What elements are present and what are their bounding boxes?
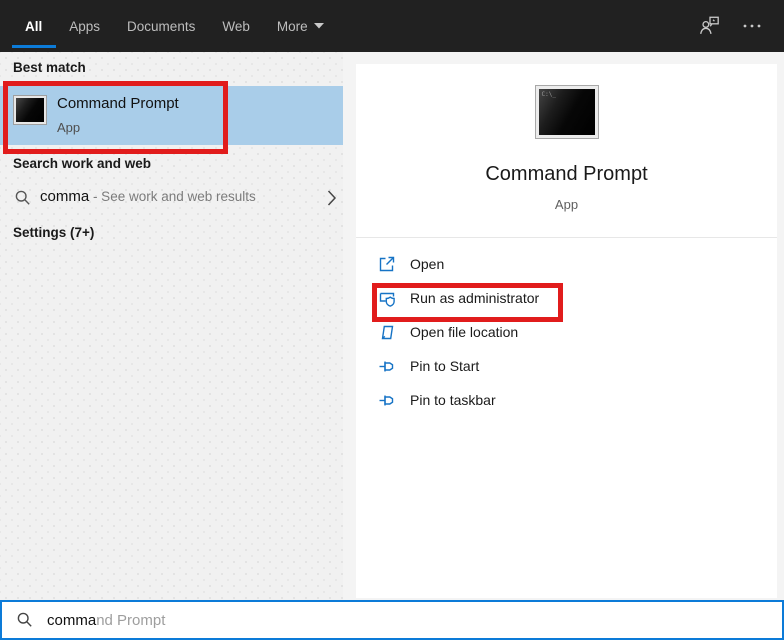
preview-panel: C:\_ Command Prompt App Open	[343, 52, 784, 600]
pin-icon	[378, 357, 396, 375]
action-open-file-location-label: Open file location	[410, 324, 518, 340]
preview-card: C:\_ Command Prompt App Open	[356, 64, 777, 598]
search-icon	[14, 189, 32, 207]
suggestion-text: comma - See work and web results	[40, 188, 256, 206]
tab-all-label: All	[25, 19, 42, 34]
command-prompt-icon	[14, 96, 46, 124]
action-run-as-administrator[interactable]: Run as administrator	[356, 281, 777, 315]
feedback-icon[interactable]	[698, 14, 722, 38]
best-match-heading: Best match	[13, 60, 86, 75]
chevron-right-icon	[327, 189, 337, 207]
search-filter-bar: All Apps Documents Web More	[0, 0, 784, 52]
action-list: Open Run as administrator	[356, 247, 777, 417]
filter-tabs: All Apps Documents Web More	[0, 0, 324, 52]
pin-icon	[378, 391, 396, 409]
tab-apps-label: Apps	[69, 19, 100, 34]
tab-all[interactable]: All	[25, 0, 42, 52]
settings-heading: Settings (7+)	[13, 225, 94, 240]
search-typed-text: comma	[47, 612, 96, 629]
search-input[interactable]: command Prompt	[0, 600, 784, 640]
search-work-web-heading: Search work and web	[13, 156, 151, 171]
suggestion-rest: - See work and web results	[89, 189, 256, 204]
tab-web-label: Web	[222, 19, 250, 34]
preview-type: App	[356, 197, 777, 212]
chevron-down-icon	[314, 23, 324, 29]
best-match-result-command-prompt[interactable]: Command Prompt App	[0, 86, 343, 145]
best-match-title: Command Prompt	[57, 95, 179, 112]
tab-web[interactable]: Web	[222, 0, 250, 52]
results-panel: Best match Command Prompt App Search wor…	[0, 52, 343, 600]
search-autocomplete-text: nd Prompt	[96, 612, 165, 629]
run-as-administrator-shield-icon	[378, 289, 396, 307]
tab-documents[interactable]: Documents	[127, 0, 195, 52]
search-icon	[16, 611, 34, 629]
start-search-window: All Apps Documents Web More	[0, 0, 784, 640]
more-options-icon[interactable]	[740, 15, 764, 37]
command-prompt-icon-large: C:\_	[536, 86, 598, 138]
action-pin-to-start-label: Pin to Start	[410, 358, 479, 374]
action-pin-to-start[interactable]: Pin to Start	[356, 349, 777, 383]
action-open-label: Open	[410, 256, 444, 272]
tab-apps[interactable]: Apps	[69, 0, 100, 52]
action-run-as-administrator-label: Run as administrator	[410, 290, 539, 306]
best-match-type: App	[57, 120, 80, 135]
action-pin-to-taskbar-label: Pin to taskbar	[410, 392, 496, 408]
action-open[interactable]: Open	[356, 247, 777, 281]
open-icon	[378, 255, 396, 273]
tab-more-label: More	[277, 19, 308, 34]
search-input-text: command Prompt	[47, 612, 165, 629]
action-pin-to-taskbar[interactable]: Pin to taskbar	[356, 383, 777, 417]
web-search-suggestion[interactable]: comma - See work and web results	[0, 182, 343, 214]
suggestion-query: comma	[40, 188, 89, 205]
tab-documents-label: Documents	[127, 19, 195, 34]
preview-title: Command Prompt	[356, 163, 777, 186]
action-open-file-location[interactable]: Open file location	[356, 315, 777, 349]
tab-more[interactable]: More	[277, 0, 324, 52]
card-divider	[356, 237, 777, 238]
file-location-icon	[378, 323, 396, 341]
